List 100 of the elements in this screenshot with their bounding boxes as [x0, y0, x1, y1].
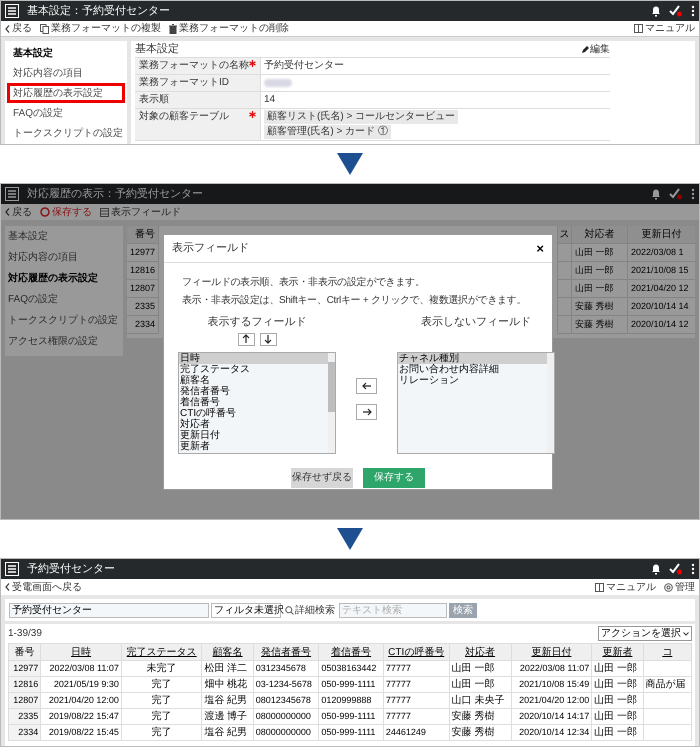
table-cell: 未完了: [121, 660, 202, 676]
more-icon[interactable]: [691, 5, 695, 17]
column-header[interactable]: 顧客名: [202, 644, 254, 660]
cancel-button[interactable]: 保存せず戻る: [291, 468, 353, 488]
table-cell: 安藤 秀樹: [571, 316, 627, 334]
table-cell: 畑中 桃花: [202, 676, 254, 692]
check-icon[interactable]: [669, 5, 683, 17]
toolbar-link[interactable]: 表示フィールド: [100, 204, 181, 220]
table-cell: [643, 724, 692, 740]
move-left-button[interactable]: [356, 378, 377, 394]
listbox-option[interactable]: チャネル種別: [398, 352, 547, 364]
table-cell: 山田 一郎: [592, 724, 644, 740]
column-header[interactable]: 対応者: [449, 644, 512, 660]
more-icon[interactable]: [691, 188, 695, 200]
column-header[interactable]: 更新日付: [511, 644, 592, 660]
sidebar-item[interactable]: FAQの設定: [7, 103, 125, 123]
more-icon[interactable]: [691, 563, 695, 575]
header-link[interactable]: 管理: [664, 580, 695, 594]
menu-icon[interactable]: [5, 562, 19, 576]
sidebar-item[interactable]: トークスクリプトの設定: [5, 310, 123, 331]
field-label: 業務フォーマットの名称: [139, 60, 249, 72]
menu-icon[interactable]: [5, 187, 19, 201]
listbox-option[interactable]: 対応者: [179, 418, 328, 430]
back-link[interactable]: 受電画面へ戻る: [5, 580, 82, 594]
screen-title: 対応履歴の表示：予約受付センター: [27, 186, 203, 202]
listbox-option[interactable]: CTIの呼番号: [179, 408, 328, 418]
toolbar-link[interactable]: 戻る: [5, 204, 32, 220]
check-icon[interactable]: [669, 563, 683, 575]
table-cell: 050-999-1111: [318, 676, 384, 692]
sidebar-item[interactable]: トークスクリプトの設定: [7, 123, 125, 143]
filter-select[interactable]: フィルタ未選択: [211, 602, 281, 618]
listbox-option[interactable]: リレーション: [398, 374, 547, 386]
dialog-description: フィールドの表示順、表示・非表示の設定ができます。: [182, 276, 426, 290]
close-button[interactable]: ×: [536, 242, 544, 255]
listbox-option[interactable]: 着信番号: [179, 396, 328, 408]
column-header: 番号: [127, 226, 159, 244]
sidebar-item[interactable]: 対応内容の項目: [7, 63, 125, 83]
field-value: 14: [264, 93, 276, 107]
move-up-button[interactable]: [238, 332, 254, 346]
column-header[interactable]: 発信者番号: [253, 644, 319, 660]
table-cell: 77777: [383, 676, 450, 692]
screen-title: 基本設定：予約受付センター: [27, 4, 170, 19]
sidebar-item[interactable]: 対応履歴の表示設定: [7, 83, 125, 103]
table-cell: 08012345678: [253, 692, 319, 708]
sidebar-item[interactable]: アクセス権限の設定: [5, 331, 123, 352]
move-right-button[interactable]: [356, 404, 377, 420]
toolbar-link[interactable]: 保存する: [40, 204, 92, 220]
table-cell: 77777: [383, 692, 450, 708]
listbox-option[interactable]: 更新日付: [179, 430, 328, 440]
bell-icon[interactable]: [651, 564, 661, 574]
sidebar-item[interactable]: 基本設定: [5, 226, 123, 247]
table-cell: 12977: [127, 244, 159, 262]
section-title: 基本設定: [135, 42, 179, 57]
listbox-option[interactable]: 顧客名: [179, 374, 328, 386]
move-down-button[interactable]: [260, 332, 276, 346]
table-cell: 77777: [383, 660, 450, 676]
sidebar-item[interactable]: 対応内容の項目: [5, 247, 123, 268]
pencil-icon: [582, 46, 589, 52]
copy-icon: [40, 24, 49, 34]
advanced-search-link[interactable]: 詳細検索: [285, 602, 335, 618]
column-header[interactable]: 着信番号: [318, 644, 384, 660]
listbox-option[interactable]: 発信者番号: [179, 386, 328, 396]
table-cell: 2019/08/22 15:45: [40, 724, 122, 740]
table-cell: [643, 708, 692, 724]
listbox-option[interactable]: お問い合わせ内容詳細: [398, 364, 547, 374]
table-cell: 05038163442: [318, 660, 384, 676]
table-cell: 2334: [8, 724, 41, 740]
table-cell: 2020/10/14 12: [627, 316, 695, 334]
bell-icon[interactable]: [651, 188, 661, 200]
field-listbox[interactable]: チャネル種別 お問い合わせ内容詳細 リレーション: [397, 352, 555, 454]
scrollbar[interactable]: [328, 352, 335, 452]
edit-link[interactable]: 編集: [582, 42, 610, 56]
listbox-option[interactable]: 更新者: [179, 440, 328, 452]
view-name-field[interactable]: 予約受付センター: [9, 602, 209, 618]
check-icon[interactable]: [669, 188, 683, 200]
column-header[interactable]: 完了ステータス: [121, 644, 202, 660]
toolbar-link[interactable]: 業務フォーマットの複製: [40, 21, 161, 36]
table-cell: 2335: [127, 298, 159, 316]
action-select[interactable]: アクションを選択: [598, 626, 692, 641]
listbox-option[interactable]: 完了ステータス: [179, 364, 328, 374]
scrollbar[interactable]: [547, 352, 554, 452]
manual-link[interactable]: マニュアル: [634, 21, 695, 36]
field-listbox[interactable]: 日時 完了ステータス 顧客名 発信者番号 着信番号 CTIの呼番号 対応者 更新日付 更新者: [178, 352, 336, 454]
header-link[interactable]: マニュアル: [595, 580, 656, 594]
table-cell: 0120999888: [318, 692, 384, 708]
text-search-field[interactable]: テキスト検索: [339, 602, 447, 618]
column-header[interactable]: 更新者: [592, 644, 644, 660]
sidebar-item[interactable]: 対応履歴の表示設定: [5, 268, 123, 289]
listbox-option[interactable]: 日時: [179, 352, 328, 364]
sidebar-item[interactable]: FAQの設定: [5, 289, 123, 310]
book-icon: [595, 582, 604, 592]
menu-icon[interactable]: [5, 4, 19, 18]
toolbar-link[interactable]: 戻る: [5, 21, 32, 36]
column-header[interactable]: 日時: [40, 644, 122, 660]
column-header[interactable]: コ: [643, 644, 692, 660]
column-header[interactable]: CTIの呼番号: [383, 644, 450, 660]
bell-icon[interactable]: [651, 6, 661, 16]
toolbar-link[interactable]: 業務フォーマットの削除: [169, 21, 289, 36]
table-cell: 03-1234-5678: [253, 676, 319, 692]
sidebar-item[interactable]: 基本設定: [7, 43, 125, 63]
